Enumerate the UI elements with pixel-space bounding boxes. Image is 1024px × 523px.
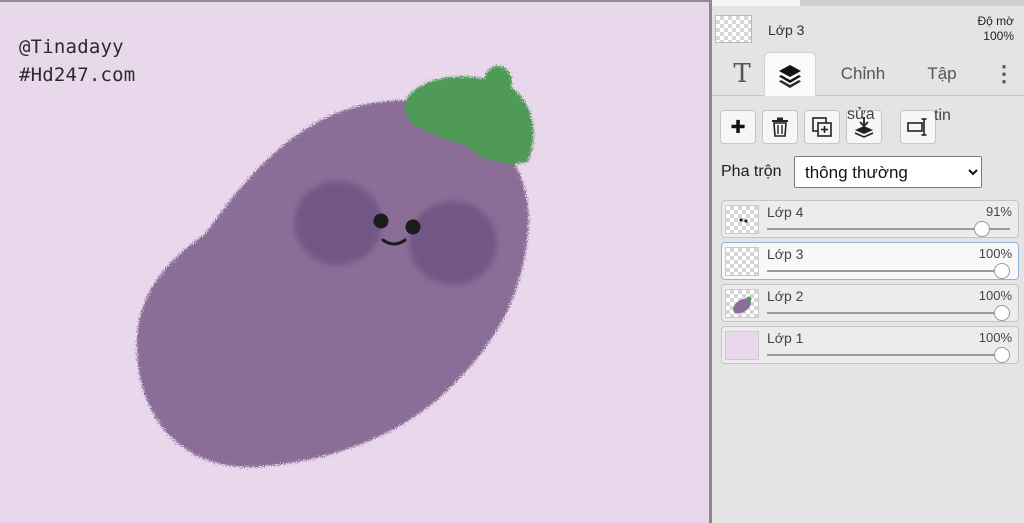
watermark-handle: @Tinadayy (19, 36, 124, 58)
duplicate-layer-icon (812, 117, 832, 137)
more-vertical-icon: ⋮ (993, 61, 1015, 86)
layer-opacity-slider-knob[interactable] (994, 347, 1010, 363)
layer-opacity: 100% (978, 288, 1012, 303)
tab-layers[interactable] (764, 52, 816, 96)
layer-opacity-slider-knob[interactable] (994, 305, 1010, 321)
delete-layer-button[interactable] (762, 110, 798, 144)
tab-adjust-label: Chỉnh (840, 64, 886, 83)
watermark-site: #Hd247.com (19, 64, 136, 86)
layer-opacity: 100% (978, 330, 1012, 345)
layer-name: Lớp 2 (767, 288, 804, 304)
panel-top-strip (712, 0, 1024, 6)
opacity-value: 100% (983, 29, 1014, 43)
right-eye (405, 219, 421, 235)
rename-layer-icon (907, 118, 927, 136)
layer-thumbnail (725, 331, 759, 360)
layer-name: Lớp 1 (767, 330, 804, 346)
eggplant-body (136, 100, 529, 468)
blend-mode-select[interactable]: thông thường (794, 156, 982, 188)
layer-row-3[interactable]: Lớp 3 100% (721, 242, 1019, 280)
layer-opacity: 91% (985, 204, 1012, 219)
delete-layer-icon (772, 117, 788, 137)
layer-name: Lớp 4 (767, 204, 804, 220)
tab-file[interactable]: Tập (910, 52, 974, 96)
left-cheek (294, 181, 382, 265)
blend-mode-label: Pha trộn (721, 163, 782, 180)
layer-name: Lớp 3 (767, 246, 804, 262)
tab-file-label: Tập (927, 64, 957, 83)
text-icon: T (733, 59, 751, 89)
layer-thumbnail (725, 247, 759, 276)
add-layer-button[interactable]: ✚ (720, 110, 756, 144)
layer-opacity-slider-knob[interactable] (973, 221, 990, 237)
layer-row-2[interactable]: Lớp 2 100% (721, 284, 1019, 322)
tab-adjust[interactable]: Chỉnh (830, 52, 896, 96)
layer-thumbnail (725, 289, 759, 318)
opacity-readout[interactable]: Độ mờ 100% (977, 14, 1014, 44)
active-layer-name: Lớp 3 (768, 22, 805, 38)
layer-opacity-slider-track[interactable] (767, 312, 1010, 314)
active-layer-thumbnail (715, 15, 752, 43)
panel-tabs: T Chỉnh Tập ⋮ (712, 52, 1024, 96)
add-layer-icon: ✚ (730, 116, 746, 137)
toolbar-overflow-text-tin: tin (934, 107, 951, 124)
opacity-label: Độ mờ (977, 14, 1014, 28)
tab-more[interactable]: ⋮ (992, 52, 1016, 96)
rename-layer-button[interactable] (900, 110, 936, 144)
layer-opacity-slider-track[interactable] (767, 270, 1010, 272)
layer-row-1[interactable]: Lớp 1 100% (721, 326, 1019, 364)
duplicate-layer-button[interactable] (804, 110, 840, 144)
layer-opacity: 100% (978, 246, 1012, 261)
tab-text[interactable]: T (722, 52, 762, 96)
toolbar-overflow-text-sua: sửa (847, 106, 875, 123)
left-eye (373, 213, 389, 229)
right-cheek (409, 201, 497, 285)
drawing-canvas[interactable]: @Tinadayy #Hd247.com (0, 0, 709, 523)
layer-thumbnail (725, 205, 759, 234)
layer-opacity-slider-track[interactable] (767, 354, 1010, 356)
layers-icon (779, 64, 801, 88)
layers-panel: Lớp 3 Độ mờ 100% T Chỉnh Tập ⋮ ✚ sửa tin… (712, 0, 1024, 523)
layer-row-4[interactable]: Lớp 4 91% (721, 200, 1019, 238)
layer-opacity-slider-knob[interactable] (994, 263, 1010, 279)
